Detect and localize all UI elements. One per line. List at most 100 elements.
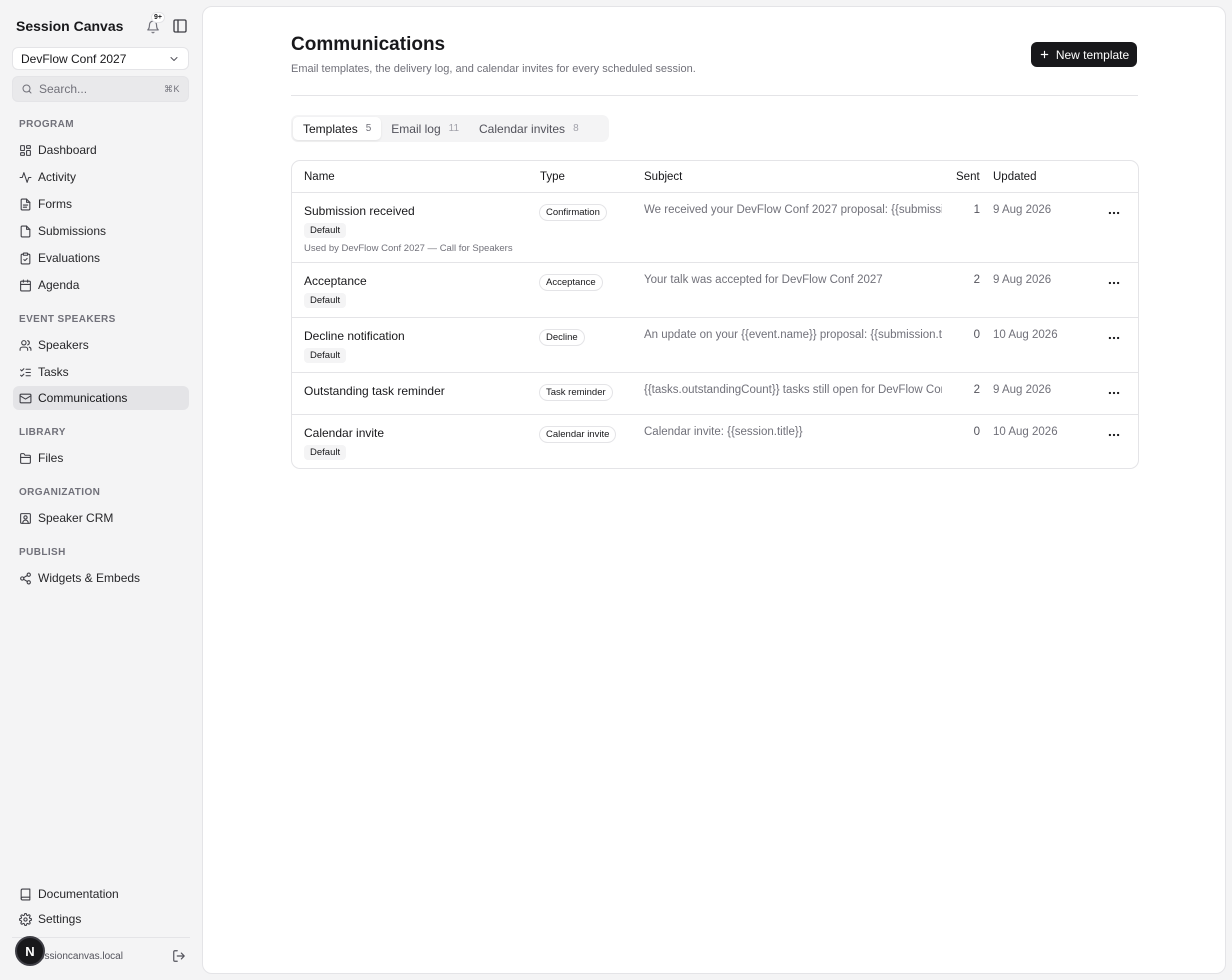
sidebar-item-agenda[interactable]: Agenda [13, 273, 189, 297]
updated-cell: 9 Aug 2026 [993, 274, 1052, 286]
section-label-program: PROGRAM [19, 119, 75, 130]
template-name: Outstanding task reminder [304, 384, 445, 398]
book-icon [20, 888, 31, 900]
tab-count: 8 [573, 123, 579, 134]
sidebar-item-speaker-crm[interactable]: Speaker CRM [13, 506, 189, 530]
type-cell: Confirmation [539, 203, 607, 221]
gear-icon [19, 912, 32, 926]
notification-count-badge: 9+ [151, 12, 165, 23]
sidebar-item-label: Submissions [38, 224, 107, 238]
sidebar-item-documentation[interactable]: Documentation [13, 882, 189, 906]
tab-templates[interactable]: Templates 5 [293, 117, 382, 140]
subject-cell: {{tasks.outstandingCount}} tasks still o… [644, 384, 942, 396]
table-row[interactable]: Submission received Default Used by DevF… [292, 193, 1138, 263]
more-options-icon[interactable] [1107, 428, 1121, 442]
table-header: Name Type Subject Sent Updated [292, 161, 1138, 193]
column-header-subject[interactable]: Subject [644, 171, 682, 183]
sidebar-item-label: Settings [38, 912, 82, 926]
sent-cell: 0 [973, 329, 980, 341]
table-row[interactable]: Decline notification Default Decline An … [292, 318, 1138, 373]
sent-cell: 2 [973, 384, 980, 396]
type-badge: Calendar invite [539, 426, 617, 443]
updated-cell: 10 Aug 2026 [993, 329, 1058, 341]
sidebar-item-speakers[interactable]: Speakers [13, 333, 189, 357]
column-header-name[interactable]: Name [304, 171, 335, 183]
sidebar-item-settings[interactable]: Settings [13, 907, 189, 931]
search-shortcut: ⌘K [163, 83, 180, 94]
more-options-icon[interactable] [1107, 386, 1121, 400]
name-cell: Decline notification Default [304, 329, 405, 363]
sidebar-item-label: Forms [38, 197, 72, 211]
tab-label: Templates [303, 121, 358, 136]
tab-email-log[interactable]: Email log 11 [381, 117, 469, 140]
user-email: sessioncanvas.local [34, 951, 123, 962]
sidebar-item-label: Speaker CRM [38, 511, 114, 525]
search-input[interactable]: Search... ⌘K [12, 76, 189, 102]
sidebar-item-dashboard[interactable]: Dashboard [13, 138, 189, 162]
sidebar-item-label: Communications [38, 391, 128, 405]
column-header-type[interactable]: Type [540, 171, 565, 183]
sidebar-item-submissions[interactable]: Submissions [13, 219, 189, 243]
form-icon [20, 198, 31, 210]
template-name: Submission received [304, 204, 415, 218]
table-row[interactable]: Acceptance Default Acceptance Your talk … [292, 263, 1138, 318]
tab-label: Email log [391, 121, 441, 136]
event-selector-value: DevFlow Conf 2027 [21, 51, 127, 66]
subject-cell: We received your DevFlow Conf 2027 propo… [644, 204, 942, 216]
default-badge: Default [304, 445, 347, 460]
sidebar-item-activity[interactable]: Activity [13, 165, 189, 189]
sidebar-item-forms[interactable]: Forms [13, 192, 189, 216]
page-title: Communications [291, 34, 446, 55]
name-cell: Outstanding task reminder [304, 384, 445, 398]
users-icon [19, 339, 32, 351]
search-placeholder: Search... [39, 82, 88, 96]
new-template-label: New template [1055, 47, 1130, 62]
sidebar-item-communications[interactable]: Communications [13, 386, 189, 410]
sidebar-toggle-icon[interactable] [172, 18, 188, 34]
search-icon [22, 84, 32, 94]
updated-cell: 9 Aug 2026 [993, 384, 1052, 396]
mail-icon [19, 393, 32, 403]
share-icon [20, 572, 31, 584]
calendar-icon [20, 279, 31, 291]
more-options-icon[interactable] [1107, 206, 1121, 220]
sidebar-item-widgets-embeds[interactable]: Widgets & Embeds [13, 566, 189, 590]
avatar[interactable]: N [15, 936, 45, 966]
notifications-bell-icon[interactable]: 9+ [146, 12, 165, 35]
inbox-icon [20, 225, 31, 237]
sidebar-item-label: Tasks [38, 365, 69, 379]
header-divider [291, 95, 1138, 96]
main-panel: Communications Email templates, the deli… [202, 6, 1226, 974]
used-by-text: Used by DevFlow Conf 2027 — Call for Spe… [304, 243, 513, 254]
more-options-icon[interactable] [1107, 276, 1121, 290]
section-label-library: LIBRARY [19, 427, 66, 438]
table-row[interactable]: Calendar invite Default Calendar invite … [292, 415, 1138, 468]
sidebar-item-label: Evaluations [38, 251, 101, 265]
type-cell: Calendar invite [539, 425, 617, 443]
sent-cell: 2 [973, 274, 980, 286]
clipboard-check-icon [20, 252, 31, 264]
dashboard-icon [20, 144, 31, 156]
page-subtitle: Email templates, the delivery log, and c… [291, 63, 696, 75]
section-label-event-speakers: EVENT SPEAKERS [19, 314, 116, 325]
default-badge: Default [304, 293, 347, 308]
new-template-button[interactable]: New template [1031, 42, 1137, 67]
type-badge: Task reminder [539, 384, 613, 401]
name-cell: Submission received Default Used by DevF… [304, 204, 513, 254]
logout-icon[interactable] [172, 949, 186, 963]
type-cell: Decline [539, 328, 585, 346]
column-header-sent[interactable]: Sent [956, 171, 980, 183]
more-options-icon[interactable] [1107, 331, 1121, 345]
sent-cell: 0 [973, 426, 980, 438]
sidebar-item-evaluations[interactable]: Evaluations [13, 246, 189, 270]
sidebar-item-files[interactable]: Files [13, 446, 189, 470]
templates-table: Name Type Subject Sent Updated Submissio… [291, 160, 1139, 469]
tabs: Templates 5 Email log 11 Calendar invite… [291, 115, 609, 142]
event-selector[interactable]: DevFlow Conf 2027 [12, 47, 189, 70]
tab-calendar-invites[interactable]: Calendar invites 8 [469, 117, 589, 140]
type-badge: Acceptance [539, 274, 603, 291]
table-row[interactable]: Outstanding task reminder Task reminder … [292, 373, 1138, 415]
sidebar-item-label: Dashboard [38, 143, 97, 157]
column-header-updated[interactable]: Updated [993, 171, 1036, 183]
sidebar-item-tasks[interactable]: Tasks [13, 360, 189, 384]
